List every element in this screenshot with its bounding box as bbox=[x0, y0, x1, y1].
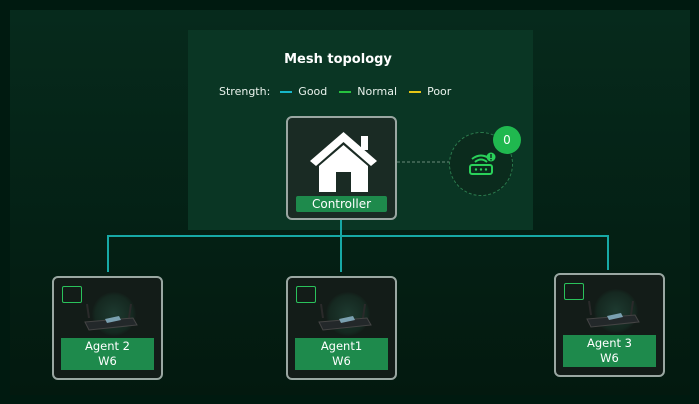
legend-item-normal: Normal bbox=[339, 85, 397, 98]
good-swatch bbox=[280, 90, 293, 93]
topology-panel: Mesh topology Strength: Good Normal Poor… bbox=[10, 10, 690, 395]
legend-item-poor: Poor bbox=[409, 85, 451, 98]
agent-label: Agent 3 W6 bbox=[563, 335, 656, 367]
agent-model: W6 bbox=[600, 351, 619, 365]
legend-item-normal-label: Normal bbox=[357, 85, 398, 98]
agent-model: W6 bbox=[98, 354, 117, 368]
router-icon bbox=[318, 303, 372, 331]
legend-item-good: Good bbox=[280, 85, 327, 98]
router-icon bbox=[84, 303, 138, 331]
link-agent-3 bbox=[341, 235, 609, 270]
poor-swatch bbox=[409, 90, 422, 93]
controller-node[interactable]: Controller bbox=[286, 116, 397, 220]
page-title: Mesh topology bbox=[284, 52, 392, 67]
agent-label: Agent 2 W6 bbox=[61, 338, 154, 370]
agent-model: W6 bbox=[332, 354, 351, 368]
agent-name: Agent 3 bbox=[586, 336, 632, 350]
legend-item-good-label: Good bbox=[298, 85, 328, 98]
agent-node-3[interactable]: Agent 3 W6 bbox=[554, 273, 665, 377]
home-icon bbox=[310, 132, 377, 192]
normal-swatch bbox=[339, 90, 352, 93]
router-icon bbox=[586, 300, 640, 328]
agent-name: Agent 2 bbox=[84, 339, 130, 353]
controller-label: Controller bbox=[296, 196, 387, 212]
legend-label: Strength: bbox=[219, 85, 271, 98]
router-warning-icon bbox=[469, 152, 496, 175]
agent-name: Agent1 bbox=[320, 339, 363, 353]
legend-item-poor-label: Poor bbox=[427, 85, 452, 98]
agent-label: Agent1 W6 bbox=[295, 338, 388, 370]
satellite-count-badge: 0 bbox=[493, 126, 521, 154]
agent-node-2[interactable]: Agent 2 W6 bbox=[52, 276, 163, 380]
agent-node-1[interactable]: Agent1 W6 bbox=[286, 276, 397, 380]
strength-legend: Strength: Good Normal Poor bbox=[219, 85, 463, 98]
